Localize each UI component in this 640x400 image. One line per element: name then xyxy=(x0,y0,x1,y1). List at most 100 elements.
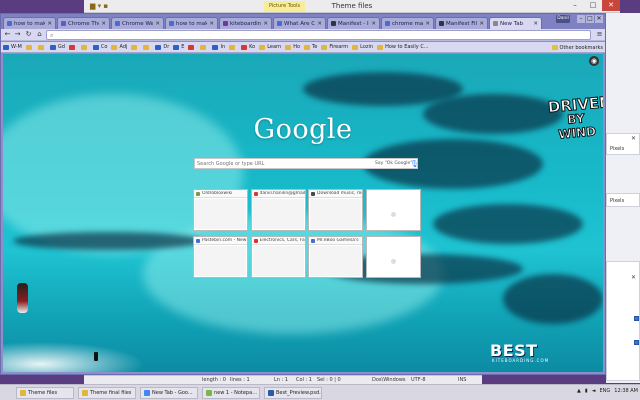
tab-4[interactable]: kiteboarding ✕ xyxy=(219,17,272,29)
taskbar-item-label: Best_Preview.psd... xyxy=(276,390,322,396)
tab-close-icon[interactable]: ✕ xyxy=(533,21,538,27)
tile-header: Mr.eBoo Gamesa's xyxy=(309,237,362,245)
most-visited-tile[interactable]: Mr.eBoo Gamesa's xyxy=(308,236,363,278)
address-bar[interactable]: ⌕ ☆ xyxy=(46,30,619,40)
bookmark-item[interactable]: E xyxy=(173,43,184,52)
tab-1[interactable]: Chrome Them✕ xyxy=(57,17,110,29)
bookmark-item[interactable] xyxy=(68,43,77,52)
system-tray: ▲ ▮ ◄ ENG 12:38 AM xyxy=(577,388,638,394)
tab-close-icon[interactable]: ✕ xyxy=(263,21,268,27)
apps-icon[interactable]: ◉ xyxy=(589,56,599,66)
most-visited-tile[interactable] xyxy=(365,189,421,231)
other-bookmarks-folder[interactable]: Other bookmarks xyxy=(551,43,603,52)
taskbar-item[interactable]: New Tab - Goo... xyxy=(140,387,198,399)
bookmark-label: Gd xyxy=(57,44,65,50)
bookmark-icon xyxy=(321,44,328,50)
chrome-close-button[interactable]: ✕ xyxy=(595,15,603,23)
tab-close-icon[interactable]: ✕ xyxy=(155,21,160,27)
bookmark-item[interactable] xyxy=(80,43,89,52)
bookmark-item[interactable]: Te xyxy=(304,43,317,52)
explorer-window-controls: – □ ✕ xyxy=(566,0,620,11)
side-panel-box: ✕ Pixels xyxy=(606,133,640,155)
bookmark-item[interactable] xyxy=(229,43,237,52)
microphone-icon[interactable]: 🎙 xyxy=(410,160,419,168)
most-visited-tile[interactable]: Download music, mov xyxy=(308,189,363,231)
bookmark-item[interactable] xyxy=(131,43,139,52)
bookmark-item[interactable]: In xyxy=(212,43,225,52)
bookmark-item[interactable]: Learn xyxy=(259,43,281,52)
tab-close-icon[interactable]: ✕ xyxy=(425,21,430,27)
tile-thumbnail xyxy=(195,199,246,229)
user-profile-badge[interactable]: Danil xyxy=(556,15,570,23)
most-visited-tile[interactable] xyxy=(365,236,421,278)
chrome-minimize-button[interactable]: – xyxy=(577,15,585,23)
tab-close-icon[interactable]: ✕ xyxy=(371,21,376,27)
tab-close-icon[interactable]: ✕ xyxy=(47,21,52,27)
bookmark-item[interactable]: Co xyxy=(92,43,107,52)
tab-3[interactable]: how to make✕ xyxy=(165,17,218,29)
close-button[interactable]: ✕ xyxy=(602,0,620,11)
bookmark-item[interactable]: Adj xyxy=(111,43,127,52)
taskbar-item[interactable]: Best_Preview.psd... xyxy=(264,387,322,399)
reef-decor xyxy=(13,232,203,250)
tab-close-icon[interactable]: ✕ xyxy=(317,21,322,27)
chrome-maximize-button[interactable]: □ xyxy=(586,15,594,23)
most-visited-tile[interactable]: daniil.hanilin@gmail.c xyxy=(250,189,306,231)
ntp-search-input[interactable] xyxy=(197,159,367,168)
language-indicator[interactable]: ENG xyxy=(599,388,610,394)
bookmark-icon xyxy=(173,44,180,50)
side-checkbox[interactable] xyxy=(634,340,639,345)
side-checkbox[interactable] xyxy=(634,316,639,321)
side-close-icon[interactable]: ✕ xyxy=(631,274,636,281)
tab-5[interactable]: What Are Chr✕ xyxy=(273,17,326,29)
explorer-title-bar[interactable]: ▆ ▾ ▪ Picture Tools Theme files – □ ✕ xyxy=(84,0,620,13)
bookmark-item[interactable] xyxy=(143,43,151,52)
reload-button[interactable]: ↻ xyxy=(24,30,33,39)
bookmark-item[interactable]: Gd xyxy=(49,43,65,52)
tab-close-icon[interactable]: ✕ xyxy=(101,21,106,27)
bookmark-item[interactable]: Lozin xyxy=(352,43,373,52)
taskbar-item[interactable]: Theme final files xyxy=(78,387,136,399)
back-button[interactable]: ← xyxy=(3,30,12,39)
bookmark-item[interactable] xyxy=(37,43,46,52)
most-visited-tile[interactable]: Pastebin.com - New Jo xyxy=(193,236,248,278)
clock[interactable]: 12:38 AM xyxy=(614,388,638,394)
most-visited-tile[interactable]: Electronics, Cars, Fa xyxy=(250,236,306,278)
forward-button[interactable]: → xyxy=(13,30,22,39)
chrome-menu-icon[interactable]: ≡ xyxy=(595,30,604,39)
tab-0[interactable]: how to make✕ xyxy=(3,17,56,29)
tile-header: Download music, mov xyxy=(309,190,362,198)
bookmark-item[interactable] xyxy=(25,43,34,52)
maximize-button[interactable]: □ xyxy=(584,0,602,11)
home-button[interactable]: ⌂ xyxy=(35,30,44,39)
tab-close-icon[interactable]: ✕ xyxy=(479,21,484,27)
bookmark-item[interactable]: How to Easily C... xyxy=(377,43,429,52)
tab-close-icon[interactable]: ✕ xyxy=(209,21,214,27)
ntp-search-box[interactable]: Say "Ok Google" 🎙 xyxy=(194,158,419,169)
taskbar-item[interactable]: Theme files xyxy=(16,387,74,399)
bookmark-item[interactable]: Ho xyxy=(285,43,300,52)
network-icon[interactable]: ▮ xyxy=(585,388,588,394)
most-visited-tile[interactable]: Oldrobloxwiki xyxy=(193,189,248,231)
folder-icon xyxy=(551,45,558,50)
bookmark-item[interactable] xyxy=(200,43,208,52)
tab-2[interactable]: Chrome Web✕ xyxy=(111,17,164,29)
volume-icon[interactable]: ◄ xyxy=(592,388,596,394)
taskbar-item[interactable]: new 1 - Notepa... xyxy=(202,387,260,399)
taskbar-item-label: Theme files xyxy=(28,390,58,396)
bookmark-item[interactable]: W-M xyxy=(3,43,22,52)
bookmark-item[interactable]: Ko xyxy=(241,43,255,52)
side-pixels-label-2: Pixels xyxy=(610,198,625,204)
side-close-icon[interactable]: ✕ xyxy=(631,135,636,142)
tab-9[interactable]: New Tab ✕ xyxy=(489,17,542,29)
bookmark-item[interactable] xyxy=(188,43,196,52)
tab-strip: how to make✕Chrome Them✕Chrome Web✕how t… xyxy=(1,14,605,29)
minimize-button[interactable]: – xyxy=(566,0,584,11)
tab-7[interactable]: chrome manif✕ xyxy=(381,17,434,29)
bookmark-item[interactable]: Dr xyxy=(155,43,169,52)
bookmark-item[interactable]: Firearm xyxy=(321,43,348,52)
tab-label: Chrome Web xyxy=(122,20,153,27)
tab-6[interactable]: Manifest - Ico✕ xyxy=(327,17,380,29)
tray-chevron-icon[interactable]: ▲ xyxy=(577,388,581,394)
tab-8[interactable]: Manifest File ✕ xyxy=(435,17,488,29)
